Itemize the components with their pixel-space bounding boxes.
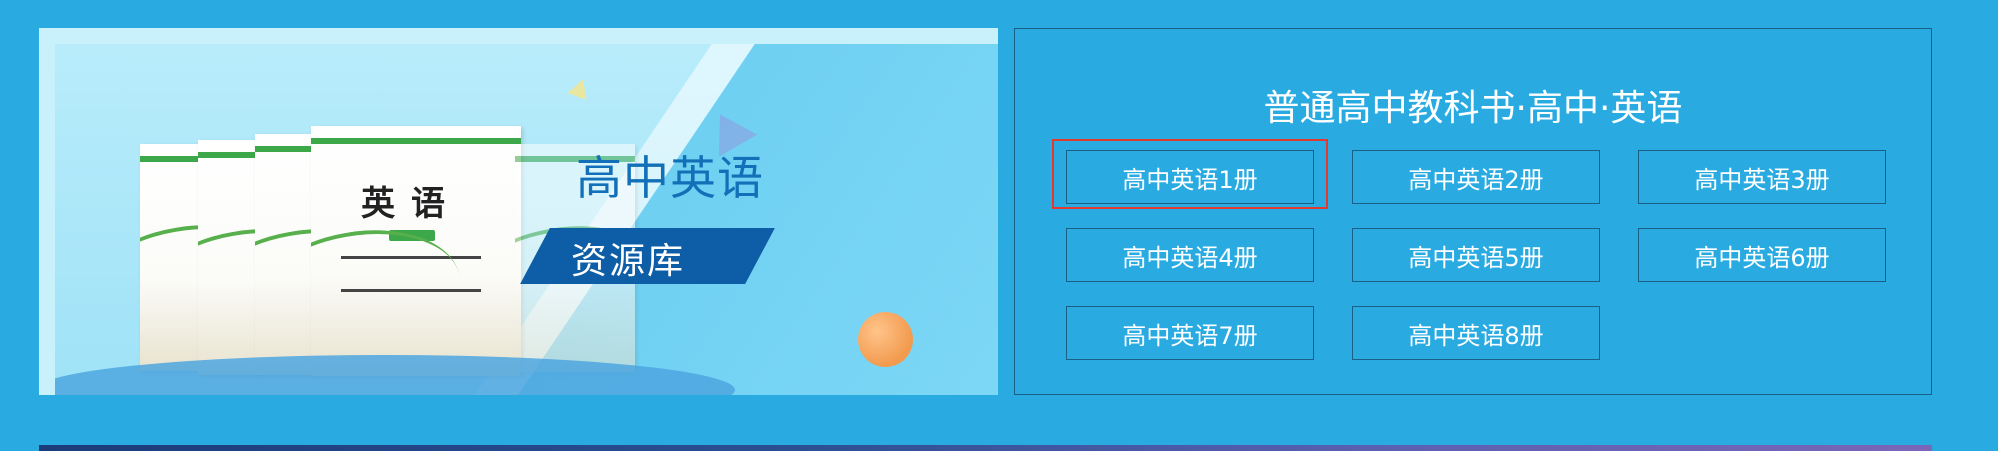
volume-button-8[interactable]: 高中英语8册 <box>1352 306 1600 360</box>
textbook-cover <box>140 144 202 371</box>
next-banner-edge <box>39 445 1932 451</box>
banner-tag-label: 资源库 <box>571 241 686 282</box>
volume-selector-panel: 普通高中教科书·高中·英语 高中英语1册 高中英语2册 高中英语3册 高中英语4… <box>1014 28 1932 395</box>
textbook-cover <box>255 134 317 375</box>
textbook-badge <box>389 230 435 241</box>
course-banner[interactable]: 英语 高中英语 资源库 <box>39 28 998 395</box>
textbook-cover-front: 英语 <box>311 126 521 376</box>
volume-button-5[interactable]: 高中英语5册 <box>1352 228 1600 282</box>
banner-heading: 高中英语 <box>576 151 764 205</box>
volume-button-4[interactable]: 高中英语4册 <box>1066 228 1314 282</box>
volume-button-7[interactable]: 高中英语7册 <box>1066 306 1314 360</box>
textbook-subtitle-lines <box>341 256 481 292</box>
textbook-title: 英语 <box>361 184 461 224</box>
volume-button-6[interactable]: 高中英语6册 <box>1638 228 1886 282</box>
volume-button-2[interactable]: 高中英语2册 <box>1352 150 1600 204</box>
decorative-orange-circle <box>858 312 913 367</box>
decorative-triangle-small <box>567 76 593 100</box>
volume-button-3[interactable]: 高中英语3册 <box>1638 150 1886 204</box>
volume-button-1[interactable]: 高中英语1册 <box>1066 150 1314 204</box>
textbook-cover <box>198 140 260 375</box>
banner-image: 英语 高中英语 资源库 <box>55 44 998 395</box>
panel-title: 普通高中教科书·高中·英语 <box>1263 88 1683 129</box>
